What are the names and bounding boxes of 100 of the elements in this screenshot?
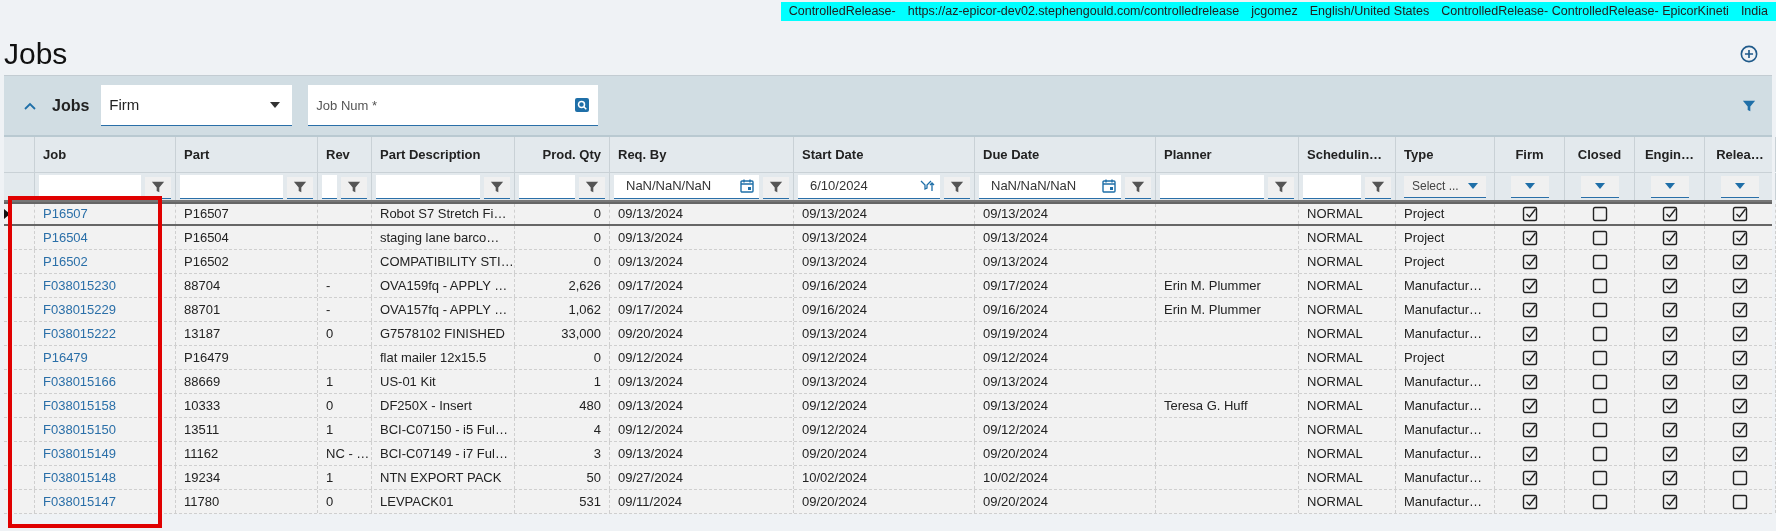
unchecked-checkbox[interactable] <box>1591 349 1608 366</box>
filter-button[interactable] <box>1268 176 1294 199</box>
checked-checkbox[interactable] <box>1661 325 1678 342</box>
checked-checkbox[interactable] <box>1661 397 1678 414</box>
checked-checkbox[interactable] <box>1521 445 1538 462</box>
collapse-chevron-icon[interactable] <box>24 101 36 110</box>
job-search-field[interactable]: Job Num * <box>308 85 599 126</box>
unchecked-checkbox[interactable] <box>1591 325 1608 342</box>
checked-checkbox[interactable] <box>1521 373 1538 390</box>
column-header[interactable]: Prod. Qty <box>542 144 601 165</box>
filter-button[interactable] <box>341 176 367 199</box>
checked-checkbox[interactable] <box>1521 253 1538 270</box>
filter-button[interactable] <box>944 176 970 199</box>
checked-checkbox[interactable] <box>1732 349 1748 366</box>
search-icon[interactable] <box>574 97 591 113</box>
unchecked-checkbox[interactable] <box>1591 493 1608 510</box>
checked-checkbox[interactable] <box>1732 421 1748 438</box>
checked-checkbox[interactable] <box>1661 469 1678 486</box>
checked-checkbox[interactable] <box>1661 493 1678 510</box>
filter-button[interactable] <box>763 176 789 199</box>
filter-input[interactable] <box>1160 174 1264 199</box>
checked-checkbox[interactable] <box>1521 229 1538 246</box>
column-header[interactable]: Job <box>43 144 67 165</box>
add-icon[interactable] <box>1740 45 1758 63</box>
filter-input[interactable] <box>519 174 575 199</box>
job-link[interactable]: F038015158 <box>43 395 116 416</box>
filter-input[interactable] <box>180 174 283 199</box>
unchecked-checkbox[interactable] <box>1591 445 1608 462</box>
column-header[interactable]: Start Date <box>802 144 864 165</box>
filter-input[interactable] <box>322 174 337 199</box>
column-header[interactable]: Type <box>1404 144 1434 165</box>
checked-checkbox[interactable] <box>1521 325 1538 342</box>
unchecked-checkbox[interactable] <box>1591 469 1608 486</box>
checked-checkbox[interactable] <box>1661 349 1678 366</box>
checked-checkbox[interactable] <box>1521 301 1538 318</box>
unchecked-checkbox[interactable] <box>1591 373 1608 390</box>
column-header[interactable]: Firm <box>1515 144 1544 165</box>
filter-button[interactable] <box>579 176 605 199</box>
unchecked-checkbox[interactable] <box>1591 277 1608 294</box>
checked-checkbox[interactable] <box>1732 301 1748 318</box>
date-filter-field[interactable]: NaN/NaN/NaN <box>614 174 759 199</box>
date-filter-field[interactable]: 6/10/2024 <box>798 174 940 199</box>
filter-input[interactable] <box>1303 174 1361 199</box>
checked-checkbox[interactable] <box>1661 206 1678 222</box>
checked-checkbox[interactable] <box>1521 349 1538 366</box>
checked-checkbox[interactable] <box>1661 373 1678 390</box>
checked-checkbox[interactable] <box>1732 229 1748 246</box>
checked-checkbox[interactable] <box>1521 469 1538 486</box>
unchecked-checkbox[interactable] <box>1732 493 1748 510</box>
checked-checkbox[interactable] <box>1732 253 1748 270</box>
checked-checkbox[interactable] <box>1521 397 1538 414</box>
unchecked-checkbox[interactable] <box>1591 229 1608 246</box>
checked-checkbox[interactable] <box>1661 277 1678 294</box>
job-link[interactable]: F038015149 <box>43 443 116 464</box>
column-header[interactable]: Part <box>184 144 210 165</box>
filter-button[interactable] <box>1365 176 1391 199</box>
column-header[interactable]: Planner <box>1164 144 1212 165</box>
checked-checkbox[interactable] <box>1732 445 1748 462</box>
job-link[interactable]: F038015222 <box>43 323 116 344</box>
column-header[interactable]: Part Description <box>380 144 481 165</box>
unchecked-checkbox[interactable] <box>1591 253 1608 270</box>
column-header[interactable]: Req. By <box>618 144 667 165</box>
job-link[interactable]: F038015147 <box>43 491 116 512</box>
filter-button[interactable] <box>287 176 313 199</box>
checked-checkbox[interactable] <box>1732 206 1748 222</box>
filter-input[interactable] <box>39 174 141 199</box>
checked-checkbox[interactable] <box>1661 229 1678 246</box>
checked-checkbox[interactable] <box>1732 373 1748 390</box>
unchecked-checkbox[interactable] <box>1591 301 1608 318</box>
checked-checkbox[interactable] <box>1661 301 1678 318</box>
checked-checkbox[interactable] <box>1521 277 1538 294</box>
checked-checkbox[interactable] <box>1521 421 1538 438</box>
unchecked-checkbox[interactable] <box>1591 206 1608 222</box>
job-link[interactable]: F038015230 <box>43 275 116 296</box>
filter-button[interactable] <box>1125 176 1151 199</box>
view-select[interactable]: Firm <box>101 85 293 126</box>
unchecked-checkbox[interactable] <box>1591 397 1608 414</box>
checked-checkbox[interactable] <box>1521 493 1538 510</box>
dropdown-filter[interactable] <box>1721 175 1759 198</box>
job-link[interactable]: P16479 <box>43 347 88 368</box>
column-header[interactable]: Schedulin… <box>1307 144 1383 165</box>
dropdown-filter[interactable] <box>1650 175 1689 198</box>
checked-checkbox[interactable] <box>1661 421 1678 438</box>
filter-button[interactable] <box>145 176 171 199</box>
filter-input[interactable] <box>376 174 480 199</box>
column-header[interactable]: Engin… <box>1644 144 1695 165</box>
column-header[interactable]: Due Date <box>983 144 1040 165</box>
select-filter[interactable]: Select ... <box>1404 175 1486 198</box>
dropdown-filter[interactable] <box>1580 175 1619 198</box>
unchecked-checkbox[interactable] <box>1732 469 1748 486</box>
checked-checkbox[interactable] <box>1732 277 1748 294</box>
unchecked-checkbox[interactable] <box>1591 421 1608 438</box>
job-link[interactable]: F038015150 <box>43 419 116 440</box>
dropdown-filter[interactable] <box>1510 175 1549 198</box>
job-link[interactable]: F038015148 <box>43 467 116 488</box>
job-link[interactable]: P16507 <box>43 204 88 224</box>
column-header[interactable]: Closed <box>1577 144 1622 165</box>
job-link[interactable]: P16504 <box>43 227 88 248</box>
checked-checkbox[interactable] <box>1661 253 1678 270</box>
date-filter-field[interactable]: NaN/NaN/NaN <box>979 174 1121 199</box>
